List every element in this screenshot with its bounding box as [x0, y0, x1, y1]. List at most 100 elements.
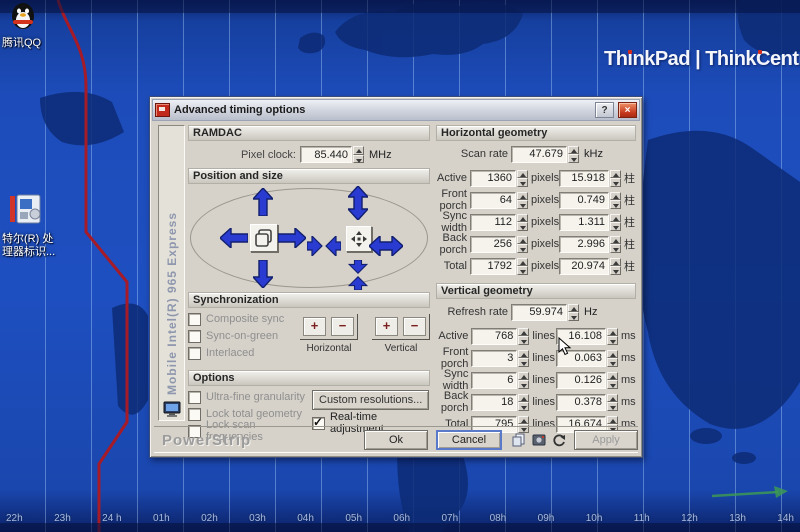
spinner-down[interactable] — [568, 154, 579, 163]
spinner-up[interactable] — [517, 236, 528, 245]
custom-resolutions-button[interactable]: Custom resolutions... — [312, 390, 429, 410]
spinner-down[interactable] — [610, 244, 621, 253]
move-up-arrow[interactable] — [253, 188, 273, 216]
spinner-down[interactable] — [518, 380, 529, 389]
spinner-down[interactable] — [610, 266, 621, 275]
checkbox-box[interactable] — [188, 347, 201, 360]
spinner-down[interactable] — [353, 155, 364, 164]
device-label: Mobile Intel(R) 965 Express — [165, 212, 179, 395]
apply-button[interactable]: Apply — [574, 430, 638, 450]
geo-value-input[interactable]: 3 — [471, 350, 517, 367]
spinner-up[interactable] — [568, 146, 579, 155]
pixel-clock-input[interactable]: 85.440 — [300, 146, 352, 163]
geo-time-input[interactable]: 0.063 — [556, 350, 606, 367]
refresh-rate-input[interactable]: 59.974 — [511, 304, 567, 321]
position-center-button[interactable] — [250, 224, 278, 252]
geo-value-input[interactable]: 64 — [470, 192, 516, 209]
geo-time-input[interactable]: 1.311 — [559, 214, 609, 231]
move-down-arrow[interactable] — [253, 260, 273, 288]
spinner-down[interactable] — [517, 266, 528, 275]
spinner-up[interactable] — [517, 170, 528, 179]
spinner-down[interactable] — [607, 358, 618, 367]
geo-value-input[interactable]: 6 — [471, 372, 517, 389]
checkbox-ultra-fine-granularity[interactable]: Ultra-fine granularity — [188, 390, 312, 404]
geo-value-input[interactable]: 768 — [471, 328, 517, 345]
spinner-down[interactable] — [610, 222, 621, 231]
desktop-icon-qq[interactable]: 腾讯QQ — [2, 0, 72, 50]
spinner-down[interactable] — [517, 200, 528, 209]
spinner-up[interactable] — [517, 214, 528, 223]
spinner-up[interactable] — [568, 304, 579, 313]
spinner-down[interactable] — [607, 380, 618, 389]
spinner-up[interactable] — [607, 416, 618, 425]
spinner-down[interactable] — [518, 336, 529, 345]
ok-button[interactable]: Ok — [364, 430, 428, 450]
move-right-arrow[interactable] — [278, 228, 306, 248]
spinner-down[interactable] — [607, 336, 618, 345]
copy-to-clipboard-icon[interactable] — [512, 433, 526, 447]
checkbox-interlaced[interactable]: Interlaced — [188, 346, 300, 360]
vertical-minus-button[interactable]: − — [403, 317, 426, 336]
dialog-titlebar[interactable]: Advanced timing options ? × — [152, 99, 640, 121]
spinner-up[interactable] — [610, 236, 621, 245]
spinner-down[interactable] — [517, 222, 528, 231]
geo-value-input[interactable]: 256 — [470, 236, 516, 253]
spinner-down[interactable] — [610, 178, 621, 187]
spinner-up[interactable] — [610, 192, 621, 201]
spinner-down[interactable] — [610, 200, 621, 209]
expand-vertical-arrow[interactable] — [348, 186, 368, 220]
geo-value-input[interactable]: 112 — [470, 214, 516, 231]
geo-value-input[interactable]: 18 — [471, 394, 517, 411]
spinner-down[interactable] — [517, 178, 528, 187]
spinner-up[interactable] — [518, 350, 529, 359]
desktop-icon-intel-processor-id[interactable]: 特尔(R) 处 理器标识... — [2, 192, 72, 259]
geo-time-input[interactable]: 20.974 — [559, 258, 609, 275]
save-snapshot-icon[interactable] — [532, 433, 546, 447]
spinner-up[interactable] — [610, 170, 621, 179]
geo-time-input[interactable]: 16.108 — [556, 328, 606, 345]
spinner-up[interactable] — [607, 328, 618, 337]
cancel-button[interactable]: Cancel — [436, 430, 502, 450]
spinner-up[interactable] — [518, 416, 529, 425]
spinner-up[interactable] — [353, 146, 364, 155]
horizontal-minus-button[interactable]: − — [331, 317, 354, 336]
spinner-down[interactable] — [518, 402, 529, 411]
spinner-up[interactable] — [610, 214, 621, 223]
scan-rate-input[interactable]: 47.679 — [511, 146, 567, 163]
help-button[interactable]: ? — [595, 102, 614, 118]
checkbox-box[interactable] — [188, 330, 201, 343]
checkbox-box[interactable] — [188, 391, 201, 404]
spinner-up[interactable] — [517, 258, 528, 267]
geo-time-input[interactable]: 0.378 — [556, 394, 606, 411]
spinner-up[interactable] — [610, 258, 621, 267]
move-left-arrow[interactable] — [220, 228, 248, 248]
spinner-down[interactable] — [518, 358, 529, 367]
geo-time-input[interactable]: 15.918 — [559, 170, 609, 187]
close-button[interactable]: × — [618, 102, 637, 118]
spinner-up[interactable] — [607, 394, 618, 403]
undo-restore-icon[interactable] — [552, 433, 566, 447]
horizontal-plus-button[interactable]: + — [303, 317, 326, 336]
shrink-vertical-arrow[interactable] — [348, 260, 368, 290]
spinner-up[interactable] — [518, 328, 529, 337]
geo-value-input[interactable]: 1360 — [470, 170, 516, 187]
spinner-down[interactable] — [517, 244, 528, 253]
spinner-up[interactable] — [518, 372, 529, 381]
spinner-up[interactable] — [607, 372, 618, 381]
checkbox-sync-on-green[interactable]: Sync-on-green — [188, 329, 300, 343]
checkbox-box[interactable] — [188, 313, 201, 326]
geo-time-input[interactable]: 0.749 — [559, 192, 609, 209]
spinner-up[interactable] — [517, 192, 528, 201]
checkbox-composite-sync[interactable]: Composite sync — [188, 312, 300, 326]
spinner-down[interactable] — [568, 312, 579, 321]
geo-value-input[interactable]: 1792 — [470, 258, 516, 275]
geo-time-input[interactable]: 2.996 — [559, 236, 609, 253]
geo-time-input[interactable]: 0.126 — [556, 372, 606, 389]
vertical-plus-button[interactable]: + — [375, 317, 398, 336]
spinner-up[interactable] — [518, 394, 529, 403]
checkbox-box[interactable] — [188, 408, 201, 421]
shrink-horizontal-arrow[interactable] — [307, 236, 341, 256]
expand-horizontal-arrow[interactable] — [369, 236, 403, 256]
spinner-down[interactable] — [607, 402, 618, 411]
spinner-up[interactable] — [607, 350, 618, 359]
